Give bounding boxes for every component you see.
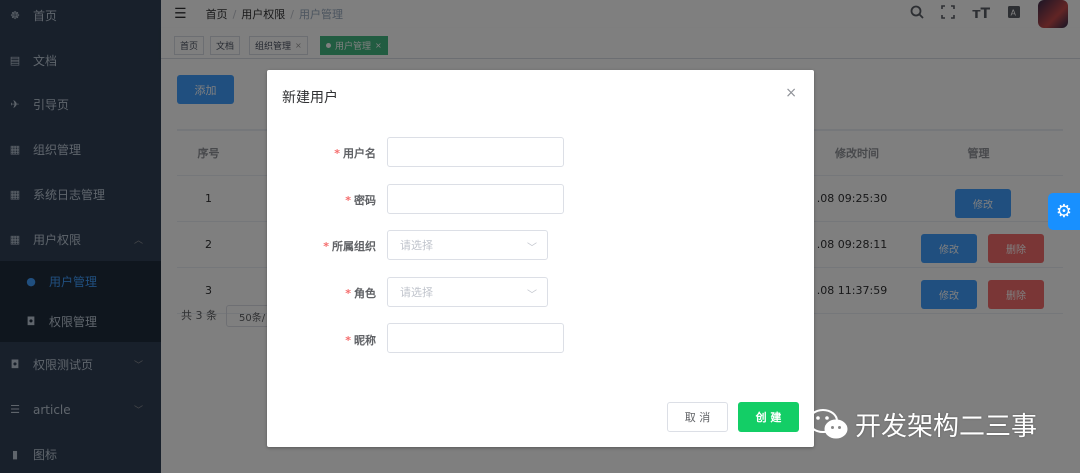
password-input[interactable] (387, 184, 564, 214)
create-button[interactable]: 创 建 (738, 402, 799, 432)
field-label-text: 所属组织 (332, 240, 376, 253)
required-mark: * (345, 194, 351, 207)
role-select[interactable]: 请选择 ﹀ (387, 277, 548, 307)
wechat-icon (808, 409, 848, 439)
organization-label: * 所属组织 (323, 238, 376, 254)
select-placeholder: 请选择 (400, 286, 433, 299)
field-label-text: 角色 (354, 287, 376, 300)
required-mark: * (345, 334, 351, 347)
select-placeholder: 请选择 (400, 239, 433, 252)
username-input[interactable] (387, 137, 564, 167)
organization-select[interactable]: 请选择 ﹀ (387, 230, 548, 260)
watermark-text: 开发架构二三事 (855, 411, 1038, 442)
dialog-title: 新建用户 (282, 90, 338, 106)
create-user-dialog: 新建用户 × * 用户名 * 密码 * 所属组织 请选择 ﹀ * 角色 请选择 ﹀ * 昵… (267, 70, 814, 447)
close-icon[interactable]: × (785, 85, 797, 101)
gear-icon: ⚙ (1055, 201, 1073, 222)
field-label-text: 昵称 (354, 334, 376, 347)
chevron-down-icon: ﹀ (527, 243, 537, 254)
required-mark: * (345, 287, 351, 300)
settings-button[interactable]: ⚙ (1048, 193, 1080, 230)
nickname-input[interactable] (387, 323, 564, 353)
required-mark: * (334, 147, 340, 160)
cancel-button[interactable]: 取 消 (667, 402, 728, 432)
role-label: * 角色 (345, 285, 376, 301)
required-mark: * (323, 240, 329, 253)
watermark: 开发架构二三事 (807, 402, 1037, 446)
password-label: * 密码 (345, 192, 376, 208)
chevron-down-icon: ﹀ (527, 290, 537, 301)
field-label-text: 用户名 (343, 147, 376, 160)
username-label: * 用户名 (334, 145, 376, 161)
nickname-label: * 昵称 (345, 332, 376, 348)
field-label-text: 密码 (354, 194, 376, 207)
